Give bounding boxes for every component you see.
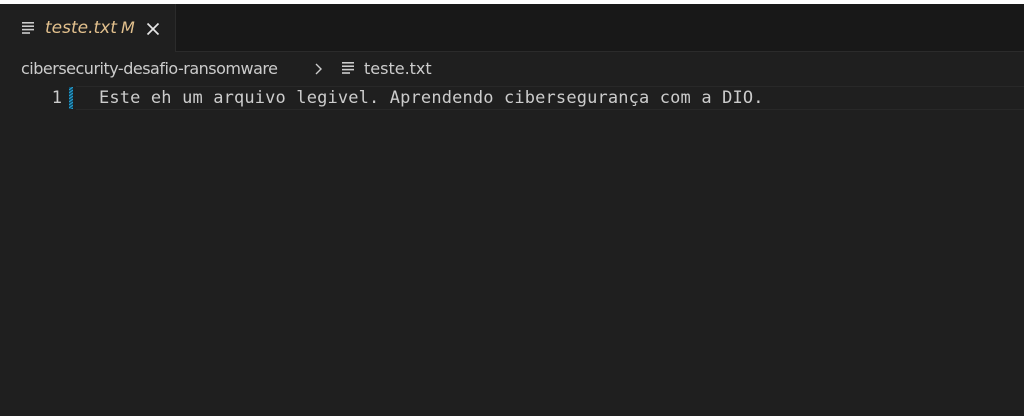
breadcrumb-folder[interactable]: cibersecurity-desafio-ransomware [21, 59, 278, 79]
lines-file-icon [342, 62, 354, 74]
tab-title: teste.txt [45, 18, 117, 38]
code-line[interactable]: Este eh um arquivo legivel. Aprendendo c… [99, 88, 764, 108]
tab-teste-txt[interactable]: teste.txt M [0, 4, 176, 52]
modified-line-gutter-marker[interactable] [69, 87, 73, 109]
tab-bar: teste.txt M [0, 4, 1024, 52]
text-editor[interactable]: 1 Este eh um arquivo legivel. Aprendendo… [0, 86, 1024, 416]
close-icon[interactable] [146, 22, 160, 36]
chevron-right-icon [315, 63, 322, 75]
lines-file-icon [22, 22, 34, 34]
breadcrumb-file[interactable]: teste.txt [364, 59, 432, 79]
modified-indicator: M [121, 18, 135, 37]
editor-window: teste.txt M cibersecurity-desafio-ransom… [0, 0, 1024, 416]
breadcrumb: cibersecurity-desafio-ransomware teste.t… [0, 52, 1024, 84]
line-number: 1 [51, 88, 62, 108]
